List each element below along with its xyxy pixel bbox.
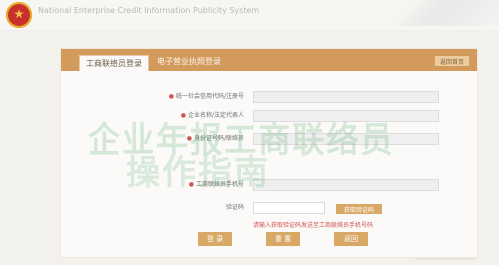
captcha-input[interactable] — [253, 202, 325, 214]
header-divider — [0, 30, 499, 31]
tab-electronic-license-login[interactable]: 电子营业执照登录 — [157, 56, 221, 67]
site-header: National Enterprise Credit Information P… — [0, 0, 499, 31]
form-row-credit-code: ● 统一社会信用代码/注册号 — [61, 91, 477, 105]
form-row-captcha: 验证码 获取验证码 — [61, 202, 477, 216]
back-button[interactable]: 返回 — [334, 232, 368, 246]
get-captcha-button[interactable]: 获取验证码 — [336, 204, 382, 214]
required-icon: ● — [168, 93, 174, 100]
login-button[interactable]: 登 录 — [198, 232, 232, 246]
credit-code-label: ● 统一社会信用代码/注册号 — [168, 93, 244, 100]
phone-input[interactable] — [253, 179, 439, 191]
footer-mark — [415, 258, 475, 260]
credit-code-input[interactable] — [253, 91, 439, 103]
captcha-tip: 请输入获取验证码发送至工商联络员手机号码 — [253, 222, 374, 229]
overlay-title-line-2: 操作指南 — [126, 153, 270, 193]
site-title: National Enterprise Credit Information P… — [38, 6, 260, 15]
return-home-button[interactable]: 返回首页 — [435, 56, 469, 66]
header-decoration — [379, 0, 499, 26]
captcha-label: 验证码 — [225, 204, 244, 211]
reset-button[interactable]: 重 置 — [266, 232, 300, 246]
national-emblem-icon — [6, 2, 32, 28]
tab-contact-login[interactable]: 工商联络员登录 — [79, 55, 149, 71]
